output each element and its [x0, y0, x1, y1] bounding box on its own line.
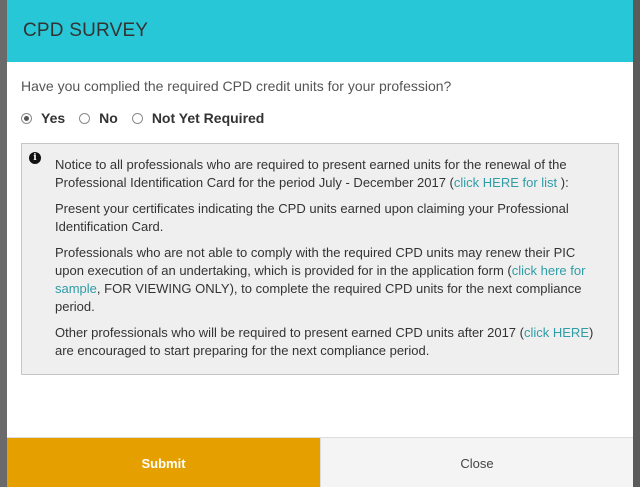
survey-question: Have you complied the required CPD credi… — [21, 78, 452, 94]
radio-no[interactable] — [79, 112, 91, 124]
info-icon: i — [29, 152, 41, 164]
option-no[interactable]: No — [79, 110, 118, 126]
notice-paragraph-4: Other professionals who will be required… — [55, 325, 594, 358]
submit-button[interactable]: Submit — [7, 438, 320, 487]
notice-paragraph-2: Present your certificates indicating the… — [55, 201, 569, 234]
modal-title: CPD SURVEY — [23, 20, 149, 41]
answer-options: Yes No Not Yet Required — [21, 110, 619, 126]
option-yes-label: Yes — [41, 110, 66, 126]
radio-not-yet-required[interactable] — [131, 112, 143, 124]
notice-paragraph-3: Professionals who are not able to comply… — [55, 245, 586, 314]
cpd-survey-modal: CPD SURVEY Have you complied the require… — [7, 0, 633, 487]
modal-header: CPD SURVEY — [7, 0, 633, 62]
option-no-label: No — [99, 110, 118, 126]
option-yes[interactable]: Yes — [21, 110, 65, 126]
option-not-yet-required-label: Not Yet Required — [151, 110, 265, 126]
close-button[interactable]: Close — [320, 438, 633, 487]
option-not-yet-required[interactable]: Not Yet Required — [131, 110, 265, 126]
list-link[interactable]: click HERE for list — [454, 175, 557, 190]
after-2017-link[interactable]: click HERE — [524, 325, 589, 340]
modal-body: Have you complied the required CPD credi… — [7, 62, 633, 375]
notice-paragraph-1: Notice to all professionals who are requ… — [55, 157, 569, 190]
radio-yes[interactable] — [21, 112, 32, 124]
notice-box: i Notice to all professionals who are re… — [21, 143, 619, 375]
modal-footer: Submit Close — [7, 437, 633, 487]
